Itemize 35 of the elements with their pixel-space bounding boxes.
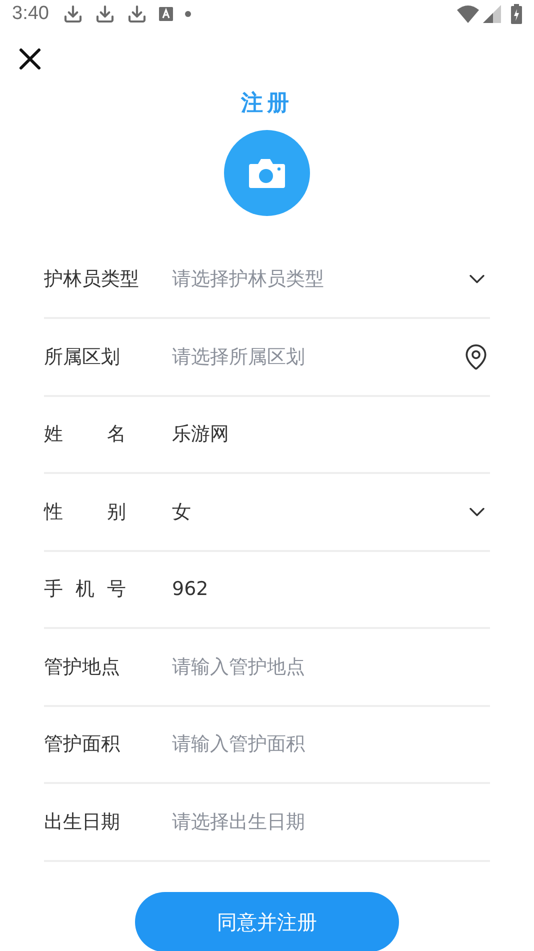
field-label: 手 机 号: [44, 577, 128, 602]
dot-icon: [184, 11, 191, 18]
keyboard-icon: [158, 7, 173, 22]
download-icon: [126, 4, 147, 24]
input-field[interactable]: 请输入管护面积: [172, 730, 490, 758]
form-row[interactable]: 姓 名 乐游网: [44, 396, 490, 474]
input-field[interactable]: 请选择护林员类型: [172, 265, 464, 294]
form-row[interactable]: 护林员类型 请选择护林员类型: [44, 242, 490, 319]
form-row[interactable]: 管护地点 请输入管护地点: [44, 629, 490, 706]
input-field[interactable]: 请输入管护地点: [172, 652, 490, 681]
input-field[interactable]: 请选择出生日期: [172, 808, 490, 836]
input-field[interactable]: 女: [172, 498, 464, 526]
page-title: 注册: [241, 90, 293, 118]
form-row[interactable]: 性 别 女: [44, 474, 490, 552]
input-field[interactable]: 请选择所属区划: [172, 342, 462, 371]
wifi-icon: [457, 5, 479, 24]
status-time: 3:40: [12, 2, 49, 26]
form-row[interactable]: 管护面积 请输入管护面积: [44, 706, 490, 784]
form-row[interactable]: 出生日期 请选择出生日期: [44, 784, 490, 862]
signal-icon: [483, 5, 501, 24]
field-label: 护林员类型: [44, 267, 140, 292]
battery-icon: [511, 4, 522, 24]
input-field[interactable]: 962: [172, 575, 490, 604]
field-label: 管护地点: [44, 654, 121, 680]
field-label: 姓 名: [44, 422, 128, 447]
form-row[interactable]: 手 机 号 962: [44, 552, 490, 629]
form-row[interactable]: 所属区划 请选择所属区划: [44, 319, 490, 396]
download-icon: [94, 4, 115, 24]
input-field[interactable]: 乐游网: [172, 420, 490, 448]
field-label: 出生日期: [44, 810, 121, 834]
field-label: 性 别: [44, 500, 128, 524]
field-label: 所属区划: [44, 344, 121, 370]
field-label: 管护面积: [44, 732, 121, 757]
download-icon: [62, 4, 83, 24]
camera-icon: [248, 156, 286, 188]
